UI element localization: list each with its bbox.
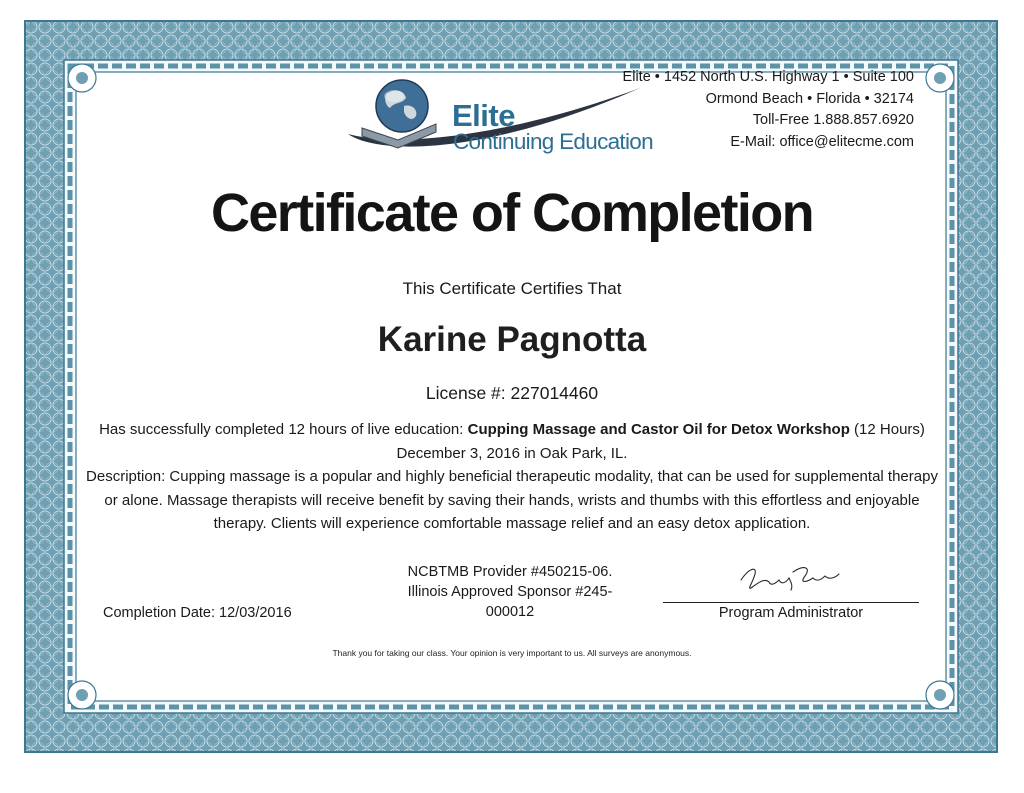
address-block: Elite • 1452 North U.S. Highway 1 • Suit… xyxy=(623,67,914,153)
signature-image xyxy=(740,567,840,591)
phone-line: Toll-Free 1.888.857.6920 xyxy=(752,112,914,128)
completion-date: Completion Date: 12/03/2016 xyxy=(103,605,292,621)
course-description: Description: Cupping massage is a popula… xyxy=(86,468,938,532)
address-line: Elite • 1452 North U.S. Highway 1 • Suit… xyxy=(622,69,914,85)
footer-note: Thank you for taking our class. Your opi… xyxy=(332,648,692,658)
provider-line: NCBTMB Provider #450215-06. xyxy=(407,564,613,580)
course-paragraph: Has successfully completed 12 hours of l… xyxy=(86,418,938,536)
sponsor-line: Illinois Approved Sponsor #245- xyxy=(407,584,613,600)
email-line: E-Mail: office@elitecme.com xyxy=(730,133,914,150)
signature-line xyxy=(663,602,919,603)
recipient-name: Karine Pagnotta xyxy=(377,320,647,359)
completed-prefix: Has successfully completed 12 hours of l… xyxy=(99,421,468,438)
address-line: Ormond Beach • Florida • 32174 xyxy=(705,90,914,107)
certifies-text: This Certificate Certifies That xyxy=(402,279,622,298)
certificate-title: Certificate of Completion xyxy=(210,183,815,243)
admin-label: Program Administrator xyxy=(718,605,864,621)
sponsor-number: 000012 xyxy=(485,604,535,620)
provider-block: NCBTMB Provider #450215-06. Illinois App… xyxy=(380,562,640,622)
license-number: License #: 227014460 xyxy=(425,383,599,403)
course-title: Cupping Massage and Castor Oil for Detox… xyxy=(467,421,850,438)
